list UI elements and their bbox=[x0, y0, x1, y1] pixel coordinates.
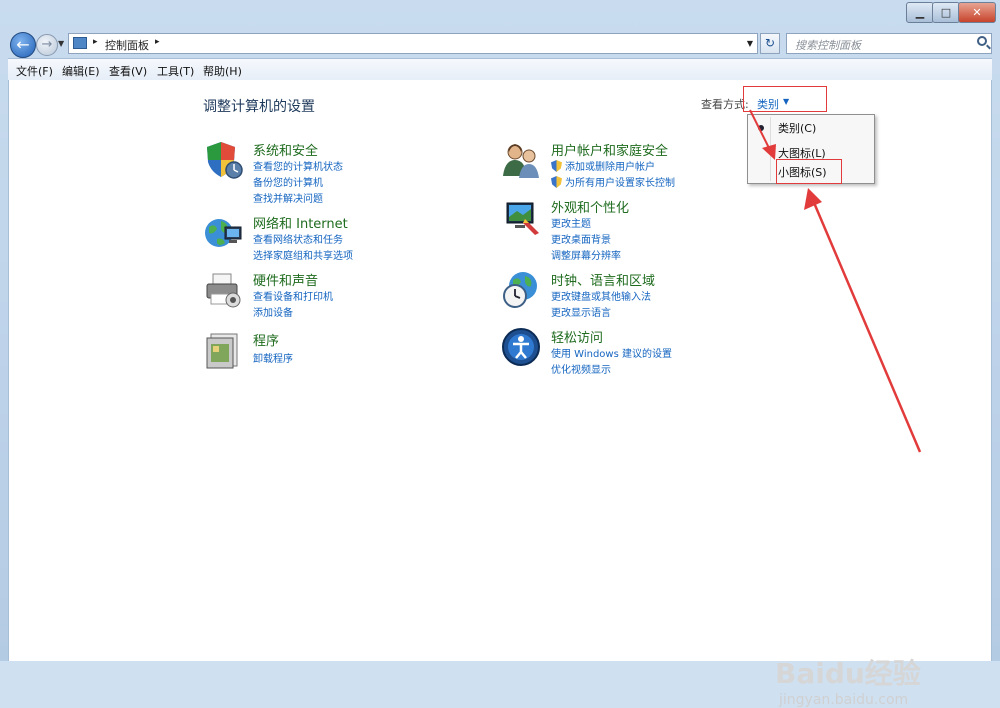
menu-view[interactable]: 查看(V) bbox=[109, 63, 147, 79]
link-change-background[interactable]: 更改桌面背景 bbox=[551, 231, 611, 246]
maximize-button[interactable]: □ bbox=[932, 2, 960, 23]
link-parental-controls[interactable]: 为所有用户设置家长控制 bbox=[551, 174, 675, 189]
recent-pages-dropdown[interactable]: ▼ bbox=[58, 39, 64, 48]
category-title[interactable]: 网络和 Internet bbox=[253, 213, 348, 232]
menu-gutter bbox=[770, 117, 771, 181]
category-title[interactable]: 时钟、语言和区域 bbox=[551, 270, 655, 289]
forward-button[interactable]: → bbox=[36, 34, 58, 56]
uac-shield-icon bbox=[551, 176, 562, 188]
category-user-accounts: 用户帐户和家庭安全 添加或删除用户帐户 为所有用户设置家长控制 bbox=[501, 140, 761, 190]
search-placeholder: 搜索控制面板 bbox=[795, 39, 861, 52]
category-title[interactable]: 系统和安全 bbox=[253, 140, 318, 159]
link-uninstall-program[interactable]: 卸载程序 bbox=[253, 350, 293, 365]
link-network-status[interactable]: 查看网络状态和任务 bbox=[253, 231, 343, 246]
category-programs: 程序 卸载程序 bbox=[203, 330, 463, 370]
category-system-security: 系统和安全 查看您的计算机状态 备份您的计算机 查找并解决问题 bbox=[203, 140, 463, 205]
minimize-button[interactable]: ▁ bbox=[906, 2, 934, 23]
category-hardware-sound: 硬件和声音 查看设备和打印机 添加设备 bbox=[203, 270, 463, 320]
view-option-category[interactable]: 类别(C) bbox=[778, 120, 816, 136]
menu-file[interactable]: 文件(F) bbox=[16, 63, 53, 79]
annotation-highlight-small-icons bbox=[776, 159, 842, 184]
menu-edit[interactable]: 编辑(E) bbox=[62, 63, 100, 79]
appearance-icon[interactable] bbox=[501, 197, 541, 237]
link-add-device[interactable]: 添加设备 bbox=[253, 304, 293, 319]
category-title[interactable]: 外观和个性化 bbox=[551, 197, 629, 216]
uac-shield-icon bbox=[551, 160, 562, 172]
refresh-icon: ↻ bbox=[764, 36, 776, 50]
clock-globe-icon[interactable] bbox=[501, 270, 541, 310]
shield-icon[interactable] bbox=[203, 140, 243, 180]
link-display-language[interactable]: 更改显示语言 bbox=[551, 304, 611, 319]
link-homegroup[interactable]: 选择家庭组和共享选项 bbox=[253, 247, 353, 262]
category-clock-language-region: 时钟、语言和区域 更改键盘或其他输入法 更改显示语言 bbox=[501, 270, 761, 320]
close-button[interactable]: ✕ bbox=[958, 2, 996, 23]
selected-bullet-icon bbox=[758, 125, 764, 131]
category-title[interactable]: 硬件和声音 bbox=[253, 270, 318, 289]
view-by-label: 查看方式: bbox=[701, 98, 749, 111]
category-appearance: 外观和个性化 更改主题 更改桌面背景 调整屏幕分辨率 bbox=[501, 197, 761, 262]
link-windows-suggested-settings[interactable]: 使用 Windows 建议的设置 bbox=[551, 345, 672, 360]
link-change-keyboard[interactable]: 更改键盘或其他输入法 bbox=[551, 288, 651, 303]
breadcrumb-control-panel[interactable]: 控制面板 bbox=[105, 37, 149, 53]
programs-icon[interactable] bbox=[203, 330, 243, 370]
printer-icon[interactable] bbox=[203, 270, 243, 310]
link-screen-resolution[interactable]: 调整屏幕分辨率 bbox=[551, 247, 621, 262]
search-icon[interactable] bbox=[977, 36, 987, 46]
annotation-highlight-view-by bbox=[743, 86, 827, 112]
network-globe-icon[interactable] bbox=[203, 213, 243, 253]
page-title: 调整计算机的设置 bbox=[203, 99, 315, 115]
category-title[interactable]: 程序 bbox=[253, 330, 279, 349]
ease-of-access-icon[interactable] bbox=[501, 327, 541, 367]
link-troubleshoot[interactable]: 查找并解决问题 bbox=[253, 190, 323, 205]
menu-tools[interactable]: 工具(T) bbox=[157, 63, 194, 79]
link-add-remove-accounts[interactable]: 添加或删除用户帐户 bbox=[551, 158, 655, 173]
category-ease-of-access: 轻松访问 使用 Windows 建议的设置 优化视频显示 bbox=[501, 327, 761, 377]
category-title[interactable]: 轻松访问 bbox=[551, 327, 603, 346]
address-dropdown-icon[interactable]: ▼ bbox=[747, 39, 753, 48]
window-frame: ▁ □ ✕ ← → ▼ ▸ 控制面板 ▸ ▼ ↻ 搜索控制面板 文件(F) 编辑… bbox=[0, 0, 1000, 708]
link-devices-printers[interactable]: 查看设备和打印机 bbox=[253, 288, 333, 303]
close-icon: ✕ bbox=[972, 6, 982, 19]
breadcrumb-separator[interactable]: ▸ bbox=[155, 37, 160, 47]
link-backup-computer[interactable]: 备份您的计算机 bbox=[253, 174, 323, 189]
navigation-row: ← → ▼ ▸ 控制面板 ▸ ▼ ↻ 搜索控制面板 bbox=[0, 30, 1000, 58]
control-panel-icon bbox=[73, 37, 87, 49]
users-icon[interactable] bbox=[501, 140, 541, 180]
maximize-icon: □ bbox=[940, 6, 952, 19]
link-change-theme[interactable]: 更改主题 bbox=[551, 215, 591, 230]
watermark-brand: Baidu经验 bbox=[775, 657, 921, 690]
menu-bar: 文件(F) 编辑(E) 查看(V) 工具(T) 帮助(H) bbox=[8, 58, 992, 81]
address-bar[interactable]: ▸ 控制面板 ▸ ▼ bbox=[68, 33, 758, 54]
link-view-computer-status[interactable]: 查看您的计算机状态 bbox=[253, 158, 343, 173]
back-arrow-icon: ← bbox=[16, 35, 30, 54]
refresh-button[interactable]: ↻ bbox=[760, 33, 780, 54]
menu-help[interactable]: 帮助(H) bbox=[203, 63, 242, 79]
breadcrumb-separator[interactable]: ▸ bbox=[93, 37, 98, 47]
minimize-icon: ▁ bbox=[915, 6, 925, 19]
category-network-internet: 网络和 Internet 查看网络状态和任务 选择家庭组和共享选项 bbox=[203, 213, 463, 263]
watermark-url: jingyan.baidu.com bbox=[779, 692, 909, 708]
search-input[interactable]: 搜索控制面板 bbox=[786, 33, 992, 54]
title-bar: ▁ □ ✕ bbox=[0, 0, 1000, 30]
category-title[interactable]: 用户帐户和家庭安全 bbox=[551, 140, 668, 159]
back-button[interactable]: ← bbox=[10, 32, 36, 58]
control-panel-content: 调整计算机的设置 查看方式: 类别 ▼ 类别(C) 大图标(L) 小图标(S) bbox=[8, 80, 992, 708]
forward-arrow-icon: → bbox=[41, 37, 53, 52]
link-optimize-video[interactable]: 优化视频显示 bbox=[551, 361, 611, 376]
